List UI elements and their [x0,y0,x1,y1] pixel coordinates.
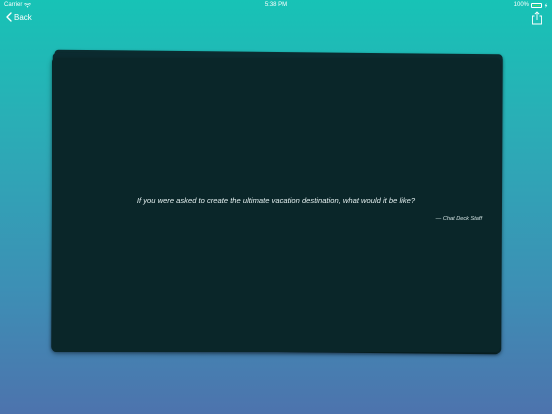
status-right: 100% [514,0,548,10]
attribution-text: — Chat Deck Staff [435,216,482,222]
back-button[interactable]: Back [6,12,32,22]
navigation-bar: Back [0,10,552,26]
battery-icon [531,2,542,8]
chevron-left-icon [6,12,12,22]
question-text: If you were asked to create the ultimate… [136,196,416,205]
charging-icon [544,2,548,8]
question-card[interactable]: If you were asked to create the ultimate… [52,58,500,352]
battery-percent: 100% [513,2,529,8]
share-icon[interactable] [530,11,544,25]
status-time: 5:38 PM [264,2,288,8]
status-bar: Carrier 5:38 PM 100% [0,0,552,10]
card-stack[interactable]: If you were asked to create the ultimate… [50,49,510,358]
back-label: Back [14,12,32,22]
